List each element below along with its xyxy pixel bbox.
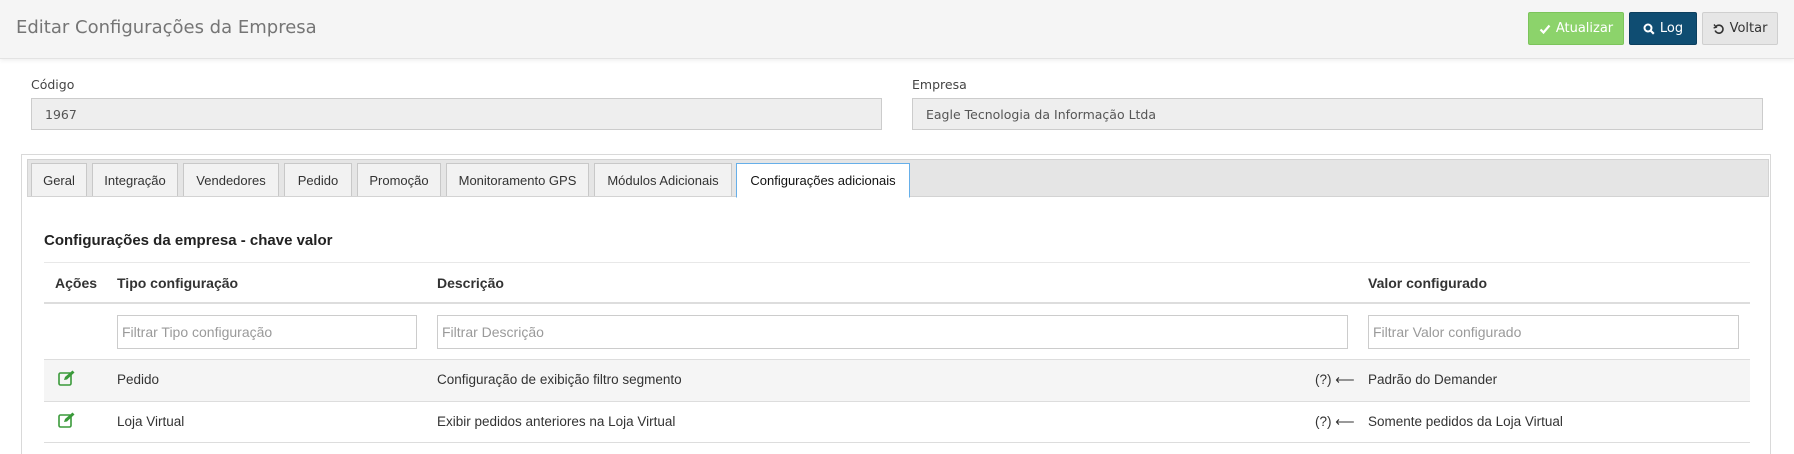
atualizar-button[interactable]: Atualizar	[1528, 12, 1624, 45]
edit-icon[interactable]	[58, 412, 76, 428]
table-header	[44, 262, 1750, 304]
check-icon	[1539, 24, 1551, 34]
filter-descricao-input[interactable]	[437, 315, 1348, 349]
edit-icon[interactable]	[58, 370, 76, 386]
filter-valor-input[interactable]	[1368, 315, 1739, 349]
tab-monitoramento-gps[interactable]: Monitoramento GPS	[446, 163, 589, 196]
empresa-label: Empresa	[912, 77, 967, 92]
search-icon	[1643, 23, 1655, 35]
voltar-label: Voltar	[1729, 21, 1768, 36]
codigo-field[interactable]: 1967	[31, 98, 882, 130]
header-tipo: Tipo configuração	[117, 275, 239, 291]
undo-icon	[1712, 23, 1724, 34]
tab-configuracoes-adicionais[interactable]: Configurações adicionais	[736, 163, 910, 198]
header-valor: Valor configurado	[1368, 275, 1488, 291]
tab-integracao[interactable]: Integração	[92, 163, 178, 196]
empresa-field[interactable]: Eagle Tecnologia da Informação Ltda	[912, 98, 1763, 130]
header-descricao: Descrição	[437, 275, 504, 291]
row-tipo: Pedido	[117, 372, 160, 387]
section-title: Configurações da empresa - chave valor	[44, 232, 333, 249]
tab-modulos-adicionais[interactable]: Módulos Adicionais	[594, 163, 732, 196]
tab-geral[interactable]: Geral	[31, 163, 87, 196]
row-valor: Somente pedidos da Loja Virtual	[1368, 414, 1563, 429]
codigo-label: Código	[31, 77, 75, 92]
page-title: Editar Configurações da Empresa	[16, 17, 317, 38]
help-link[interactable]: (?) ⟵	[1315, 372, 1355, 388]
tab-promocao[interactable]: Promoção	[357, 163, 441, 196]
voltar-button[interactable]: Voltar	[1702, 12, 1778, 45]
log-button[interactable]: Log	[1629, 12, 1697, 45]
tab-vendedores[interactable]: Vendedores	[183, 163, 279, 196]
help-link[interactable]: (?) ⟵	[1315, 414, 1355, 430]
row-valor: Padrão do Demander	[1368, 372, 1498, 387]
filter-tipo-input[interactable]	[117, 315, 417, 349]
page-header: Editar Configurações da Empresa Atualiza…	[0, 0, 1794, 59]
row-descricao: Configuração de exibição filtro segmento	[437, 372, 682, 387]
log-label: Log	[1659, 21, 1684, 36]
atualizar-label: Atualizar	[1555, 21, 1614, 36]
row-tipo: Loja Virtual	[117, 414, 185, 429]
header-acoes: Ações	[55, 275, 98, 291]
tab-pedido[interactable]: Pedido	[284, 163, 352, 196]
row-descricao: Exibir pedidos anteriores na Loja Virtua…	[437, 414, 676, 429]
